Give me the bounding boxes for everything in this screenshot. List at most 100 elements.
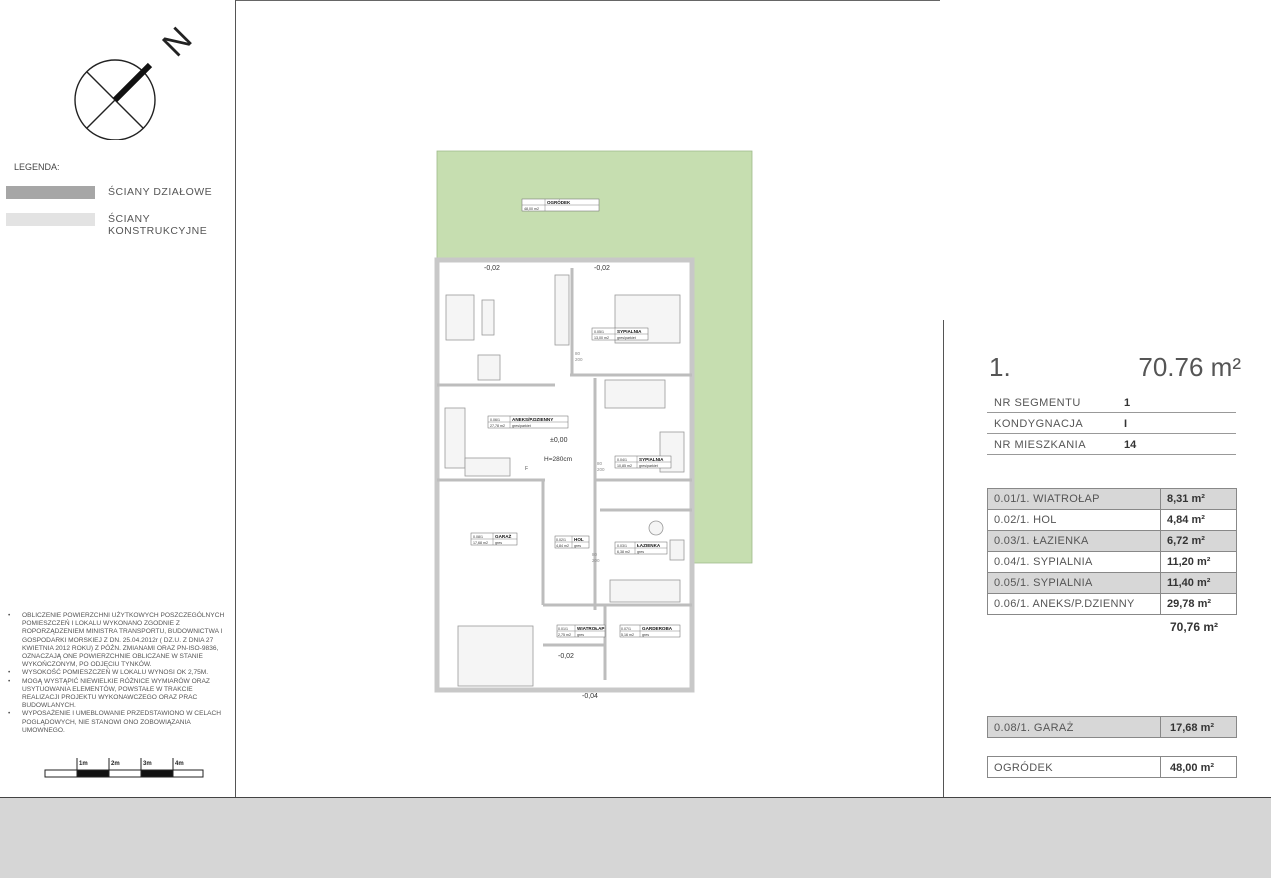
segment-value: 1 xyxy=(1124,397,1131,409)
legend-swatch xyxy=(6,213,95,226)
garage-area: 17,68 m² xyxy=(1170,722,1215,734)
scale-label: 4m xyxy=(175,761,184,767)
segment-label: NR SEGMENTU xyxy=(994,397,1081,409)
svg-text:HOL: HOL xyxy=(574,537,584,542)
svg-text:0.02/1: 0.02/1 xyxy=(556,538,566,542)
legend-label: ŚCIANY KONSTRUKCYJNE xyxy=(108,213,208,237)
fridge-label: F xyxy=(525,466,528,472)
apartment-area: 70.76 m² xyxy=(1138,352,1241,382)
svg-text:0.01/1: 0.01/1 xyxy=(558,627,568,631)
svg-text:0.08/1: 0.08/1 xyxy=(473,535,483,539)
level-bottom: -0,04 xyxy=(582,693,598,700)
floor-row: KONDYGNACJA I xyxy=(987,413,1236,434)
floor-plan: F 48,00 m2 OGRÓDEK 0.05/1 SYPIALNIA 13,0… xyxy=(434,150,753,700)
room-name: 0.02/1. HOL xyxy=(987,509,1161,531)
note-item: MOGĄ WYSTĄPIĆ NIEWIELKIE RÓŻNICE WYMIARÓ… xyxy=(8,678,228,711)
room-area: 4,84 m² xyxy=(1160,509,1237,531)
garage-name: 0.08/1. GARAŻ xyxy=(988,717,1161,737)
room-label-garden: 48,00 m2 OGRÓDEK xyxy=(521,198,600,212)
svg-text:17,68 m2: 17,68 m2 xyxy=(473,541,488,545)
legend-item-structural-walls: ŚCIANY KONSTRUKCYJNE xyxy=(6,213,231,237)
svg-text:10,85 m2: 10,85 m2 xyxy=(617,464,632,468)
svg-text:0.04/1: 0.04/1 xyxy=(617,458,627,462)
scale-label: 1m xyxy=(79,761,88,767)
svg-text:gres: gres xyxy=(577,633,584,637)
room-name: 0.04/1. SYPIALNIA xyxy=(987,551,1161,573)
room-label-vestibule: 0.01/1 WIATROŁAP 2,75 m2 gres xyxy=(556,624,606,638)
room-name: 0.05/1. SYPIALNIA xyxy=(987,572,1161,594)
door-size: 200 xyxy=(575,357,583,362)
level-entry: -0,02 xyxy=(558,653,574,660)
svg-text:48,00 m2: 48,00 m2 xyxy=(524,207,539,211)
room-name: 0.01/1. WIATROŁAP xyxy=(987,488,1161,510)
svg-text:0.07/1: 0.07/1 xyxy=(621,627,631,631)
scale-bar: 1m 2m 3m 4m xyxy=(44,758,204,778)
svg-text:gres/parkiet: gres/parkiet xyxy=(639,464,658,468)
svg-text:27,78 m2: 27,78 m2 xyxy=(490,424,505,428)
room-label-garage: 0.08/1 GARAŻ 17,68 m2 gres xyxy=(470,532,518,546)
apartment-info-panel: 1. 70.76 m² NR SEGMENTU 1 KONDYGNACJA I … xyxy=(943,320,1271,797)
svg-text:ŁAZIENKA: ŁAZIENKA xyxy=(637,543,661,548)
room-label-living-room: 0.06/1 ANEKS/P.DZIENNY 27,78 m2 gres/par… xyxy=(487,415,569,429)
svg-text:gres: gres xyxy=(495,541,502,545)
legend-swatch xyxy=(6,186,95,199)
svg-text:gres: gres xyxy=(642,633,649,637)
svg-text:0.03/1: 0.03/1 xyxy=(617,544,627,548)
svg-text:OGRÓDEK: OGRÓDEK xyxy=(547,198,571,205)
room-area: 8,31 m² xyxy=(1160,488,1237,510)
scale-label: 2m xyxy=(111,761,120,767)
room-name: 0.06/1. ANEKS/P.DZIENNY xyxy=(987,593,1161,615)
level-top-left: -0,02 xyxy=(484,265,500,272)
north-arrow-icon: N xyxy=(74,20,200,140)
svg-text:SYPIALNIA: SYPIALNIA xyxy=(617,329,642,334)
room-label-hall: 0.02/1 HOL 4,84 m2 gres xyxy=(554,535,590,549)
room-area: 11,20 m² xyxy=(1160,551,1237,573)
floor-value: I xyxy=(1124,418,1128,430)
svg-text:gres: gres xyxy=(637,550,644,554)
north-letter: N xyxy=(155,20,199,64)
door-size: 80 xyxy=(592,552,598,557)
svg-text:5,16 m2: 5,16 m2 xyxy=(621,633,634,637)
segment-row: NR SEGMENTU 1 xyxy=(987,392,1236,413)
room-area: 29,78 m² xyxy=(1160,593,1237,615)
room-label-bathroom: 0.03/1 ŁAZIENKA 6,38 m2 gres xyxy=(614,541,668,555)
svg-text:GARDEROBA: GARDEROBA xyxy=(642,626,673,631)
svg-text:4,84 m2: 4,84 m2 xyxy=(556,544,569,548)
svg-text:0.06/1: 0.06/1 xyxy=(490,418,500,422)
note-item: OBLICZENIE POWIERZCHNI UŻYTKOWYCH POSZCZ… xyxy=(8,612,228,669)
room-area: 6,72 m² xyxy=(1160,530,1237,552)
garden-name: OGRÓDEK xyxy=(988,757,1161,777)
note-item: WYPOSAŻENIE I UMEBLOWANIE PRZEDSTAWIONO … xyxy=(8,710,228,735)
table-row: 0.03/1. ŁAZIENKA 6,72 m² xyxy=(987,530,1237,552)
table-row: 0.01/1. WIATROŁAP 8,31 m² xyxy=(987,488,1237,510)
notes-list: OBLICZENIE POWIERZCHNI UŻYTKOWYCH POSZCZ… xyxy=(8,612,228,735)
svg-text:2,75 m2: 2,75 m2 xyxy=(558,633,571,637)
door-size: 200 xyxy=(597,467,605,472)
svg-text:GARAŻ: GARAŻ xyxy=(495,533,512,539)
door-size: 80 xyxy=(597,461,603,466)
svg-text:13,00 m2: 13,00 m2 xyxy=(594,336,609,340)
svg-text:WIATROŁAP: WIATROŁAP xyxy=(577,626,604,631)
table-row: 0.06/1. ANEKS/P.DZIENNY 29,78 m² xyxy=(987,593,1237,615)
door-size: 80 xyxy=(575,351,581,356)
room-label-wardrobe: 0.07/1 GARDEROBA 5,16 m2 gres xyxy=(619,624,681,638)
table-row: 0.02/1. HOL 4,84 m² xyxy=(987,509,1237,531)
legend-panel: N LEGENDA: ŚCIANY DZIAŁOWE ŚCIANY KONSTR… xyxy=(0,0,236,797)
svg-text:SYPIALNIA: SYPIALNIA xyxy=(639,457,664,462)
room-area-table: 0.01/1. WIATROŁAP 8,31 m² 0.02/1. HOL 4,… xyxy=(987,488,1237,615)
table-row: 0.05/1. SYPIALNIA 11,40 m² xyxy=(987,572,1237,594)
frame-top-line xyxy=(236,0,940,1)
door-size: 200 xyxy=(592,558,600,563)
note-item: WYSOKOŚĆ POMIESZCZEŃ W LOKALU WYNOSI OK … xyxy=(8,669,228,677)
garden-row: OGRÓDEK 48,00 m² xyxy=(987,756,1237,778)
svg-text:ANEKS/P.DZIENNY: ANEKS/P.DZIENNY xyxy=(512,417,553,422)
room-label-bedroom-1: 0.05/1 SYPIALNIA 13,00 m2 gres/parkiet xyxy=(591,327,649,341)
room-name: 0.03/1. ŁAZIENKA xyxy=(987,530,1161,552)
apartment-number: 1. xyxy=(989,352,1011,382)
svg-text:gres: gres xyxy=(574,544,581,548)
scale-label: 3m xyxy=(143,761,152,767)
svg-text:gres/parkiet: gres/parkiet xyxy=(617,336,636,340)
level-top-right: -0,02 xyxy=(594,265,610,272)
room-total: 70,76 m² xyxy=(1170,620,1219,634)
legend-label: ŚCIANY DZIAŁOWE xyxy=(108,186,213,198)
